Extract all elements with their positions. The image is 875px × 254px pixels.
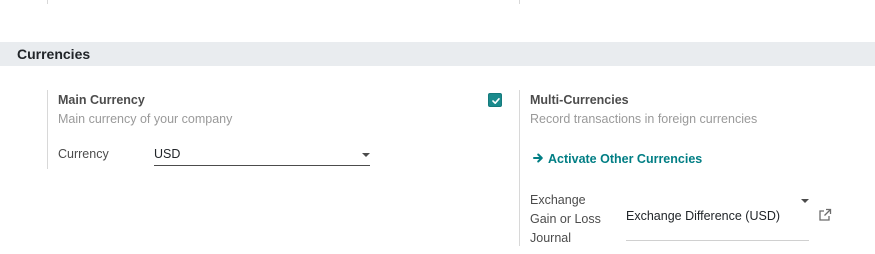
exchange-journal-label-line3: Journal [530,231,571,245]
multi-currencies-checkbox[interactable] [488,93,502,107]
main-currency-description: Main currency of your company [58,112,233,126]
external-link-icon[interactable] [818,208,832,222]
currency-label: Currency [58,147,109,161]
currency-select[interactable]: USD [154,147,370,166]
multi-currencies-setting [519,90,520,246]
exchange-journal-value: Exchange Difference (USD) [626,209,781,223]
previous-section-divider-left [47,0,48,4]
section-header: Currencies [0,42,875,66]
previous-section-divider-right [519,0,520,4]
caret-down-icon [801,199,809,203]
check-icon [492,97,500,104]
main-currency-setting [47,90,48,169]
exchange-journal-label-line1: Exchange [530,193,586,207]
caret-down-icon [362,153,370,157]
multi-currencies-description: Record transactions in foreign currencie… [530,112,758,126]
exchange-journal-label-line2: Gain or Loss [530,212,601,226]
arrow-right-icon [533,152,544,166]
activate-other-currencies-label: Activate Other Currencies [548,152,703,166]
main-currency-title: Main Currency [58,93,145,107]
currency-select-value: USD [154,147,181,161]
section-title: Currencies [17,46,91,62]
settings-page: Currencies Main Currency Main currency o… [0,0,875,254]
activate-other-currencies-link[interactable]: Activate Other Currencies [533,152,702,166]
exchange-journal-underline [626,240,809,241]
exchange-journal-select[interactable]: Exchange Difference (USD) [626,192,809,240]
multi-currencies-title: Multi-Currencies [530,93,629,107]
